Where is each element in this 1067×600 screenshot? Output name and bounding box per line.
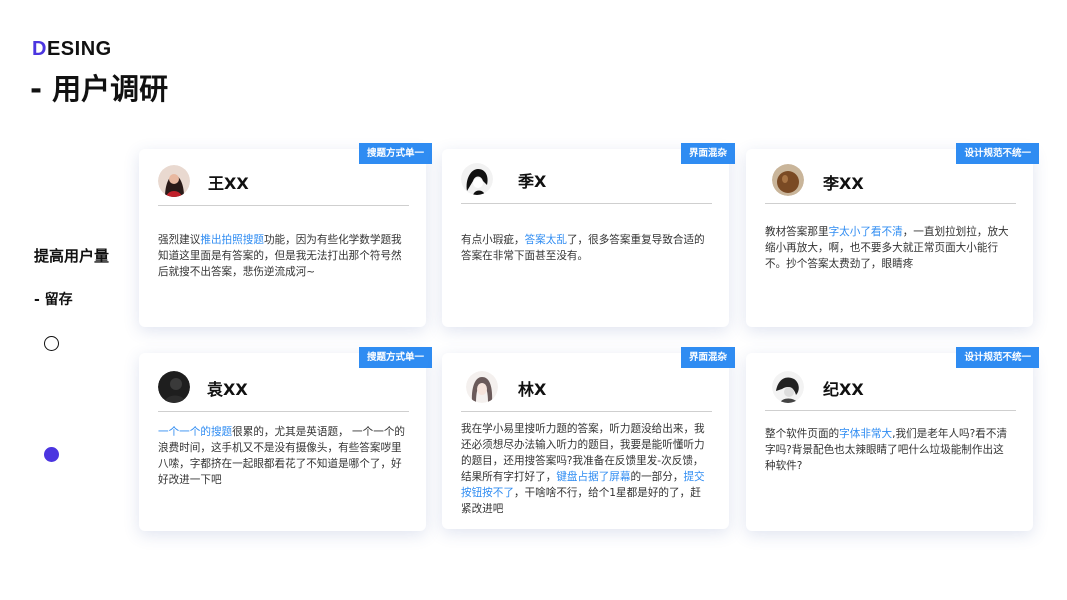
feedback-card: 搜题方式单一 王XX 强烈建议推出拍照搜题功能，因为有些化学数学题我知道这里面是… <box>139 143 432 327</box>
side-subtitle: - 留存 <box>34 292 73 308</box>
divider <box>158 411 409 412</box>
brand-logo: DESING <box>32 38 112 60</box>
category-tag: 搜题方式单一 <box>358 347 432 368</box>
user-name: 王XX <box>208 174 249 193</box>
divider <box>765 410 1016 411</box>
category-tag: 界面混杂 <box>680 143 735 164</box>
avatar <box>461 163 493 195</box>
divider <box>765 203 1016 204</box>
side-title: 提高用户量 <box>34 247 110 265</box>
avatar <box>158 371 190 403</box>
page-title: - 用户调研 <box>30 72 169 106</box>
user-name: 林X <box>518 380 547 399</box>
feedback-card: 界面混杂 林X 我在学小易里搜听力题的答案，听力题没给出来，我还必须想尽办法输入… <box>442 347 735 529</box>
feedback-text: 强烈建议推出拍照搜题功能，因为有些化学数学题我知道这里面是有答案的，但是我无法打… <box>158 234 402 278</box>
feedback-text: 我在学小易里搜听力题的答案，听力题没给出来，我还必须想尽办法输入听力的题目，我要… <box>461 423 705 515</box>
slide-indicator-empty[interactable] <box>44 336 59 351</box>
feedback-text: 有点小瑕疵，答案太乱了，很多答案重复导致合适的答案在非常下面甚至没有。 <box>461 234 705 262</box>
avatar <box>466 371 498 403</box>
feedback-card: 搜题方式单一 袁XX 一个一个的搜题很累的，尤其是英语题， 一个一个的浪费时间，… <box>139 347 432 531</box>
slide-indicator-active[interactable] <box>44 447 59 462</box>
divider <box>461 203 712 204</box>
divider <box>461 411 712 412</box>
feedback-card: 设计规范不统一 李XX 教材答案那里字太小了看不清，一直划拉划拉，放大缩小再放大… <box>746 143 1039 327</box>
divider <box>158 205 409 206</box>
category-tag: 设计规范不统一 <box>956 347 1039 368</box>
feedback-text: 整个软件页面的字体非常大,我们是老年人吗?看不清字吗?背景配色也太辣眼睛了吧什么… <box>765 428 1008 472</box>
avatar <box>772 164 804 196</box>
user-name: 袁XX <box>207 380 248 399</box>
category-tag: 搜题方式单一 <box>358 143 432 164</box>
feedback-text: 一个一个的搜题很累的，尤其是英语题， 一个一个的浪费时间，这手机又不是没有摄像头… <box>158 426 406 486</box>
feedback-card: 设计规范不统一 纪XX 整个软件页面的字体非常大,我们是老年人吗?看不清字吗?背… <box>746 347 1039 531</box>
user-name: 李XX <box>823 174 864 193</box>
feedback-card: 界面混杂 季X 有点小瑕疵，答案太乱了，很多答案重复导致合适的答案在非常下面甚至… <box>442 143 735 327</box>
avatar <box>158 165 190 197</box>
user-name: 季X <box>518 172 547 191</box>
category-tag: 界面混杂 <box>680 347 735 368</box>
user-name: 纪XX <box>823 380 864 399</box>
feedback-text: 教材答案那里字太小了看不清，一直划拉划拉，放大缩小再放大，啊，也不要多大就正常页… <box>765 226 1009 270</box>
avatar <box>772 371 804 403</box>
category-tag: 设计规范不统一 <box>956 143 1039 164</box>
